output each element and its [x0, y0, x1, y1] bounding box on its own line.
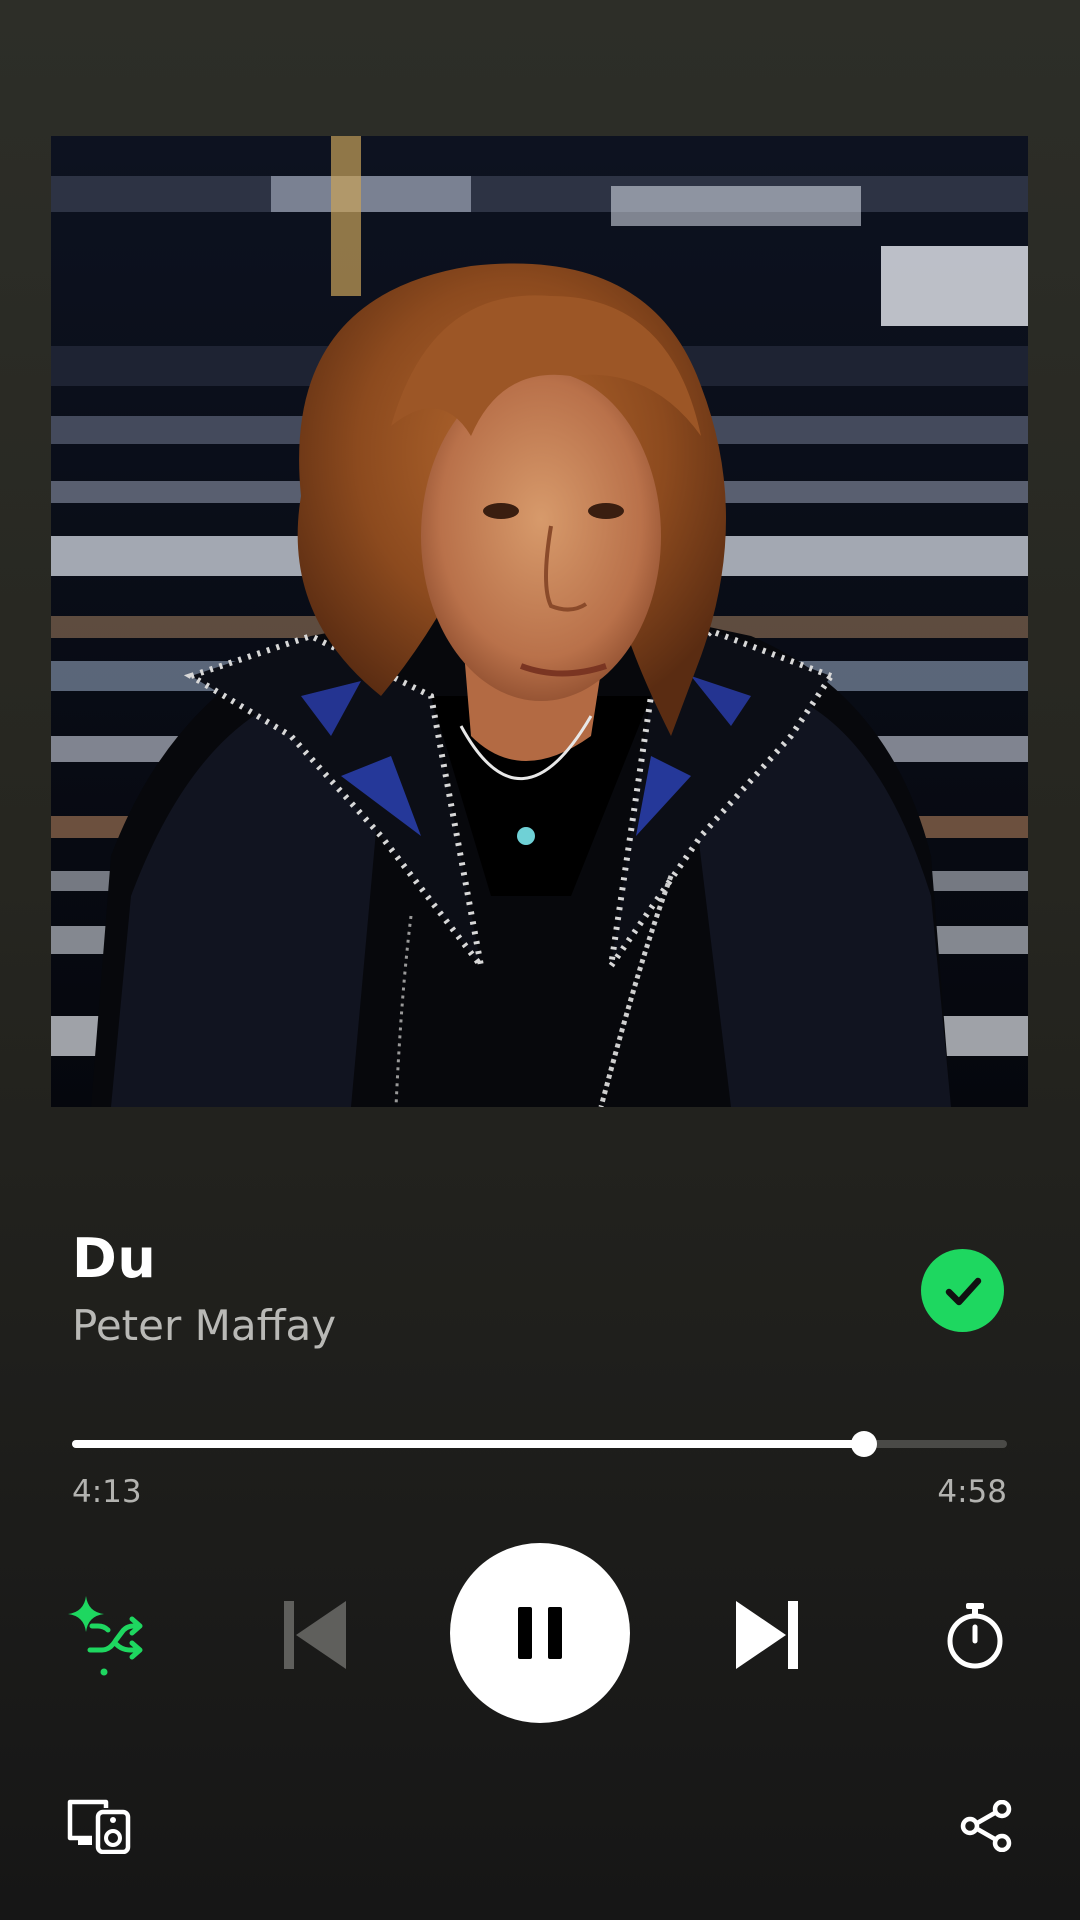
skip-next-icon — [736, 1601, 798, 1669]
track-artist[interactable]: Peter Maffay — [72, 1298, 336, 1354]
skip-previous-icon — [284, 1601, 346, 1669]
time-elapsed: 4:13 — [72, 1474, 142, 1510]
checkmark-icon — [945, 1277, 981, 1305]
sleep-timer-button[interactable] — [930, 1590, 1020, 1680]
track-title[interactable]: Du — [72, 1224, 156, 1294]
next-button[interactable] — [722, 1590, 812, 1680]
now-playing-screen: Du Peter Maffay 4:13 4:58 — [0, 0, 1080, 1920]
time-total: 4:58 — [937, 1474, 1007, 1510]
progress-bar[interactable] — [72, 1431, 1007, 1457]
sleep-timer-icon — [947, 1603, 1003, 1669]
share-button[interactable] — [954, 1796, 1018, 1856]
progress-fill — [72, 1440, 864, 1448]
previous-button[interactable] — [270, 1590, 360, 1680]
connect-device-icon — [67, 1799, 131, 1854]
smart-shuffle-button[interactable] — [62, 1592, 146, 1676]
progress-handle[interactable] — [850, 1431, 877, 1457]
pause-button[interactable] — [450, 1543, 630, 1723]
smart-shuffle-icon — [68, 1596, 143, 1676]
pause-icon — [518, 1607, 562, 1659]
connect-device-button[interactable] — [62, 1794, 136, 1858]
album-art — [51, 136, 1028, 1107]
share-icon — [960, 1800, 1012, 1852]
liked-button[interactable] — [921, 1249, 1004, 1332]
album-art-image — [51, 136, 1028, 1107]
